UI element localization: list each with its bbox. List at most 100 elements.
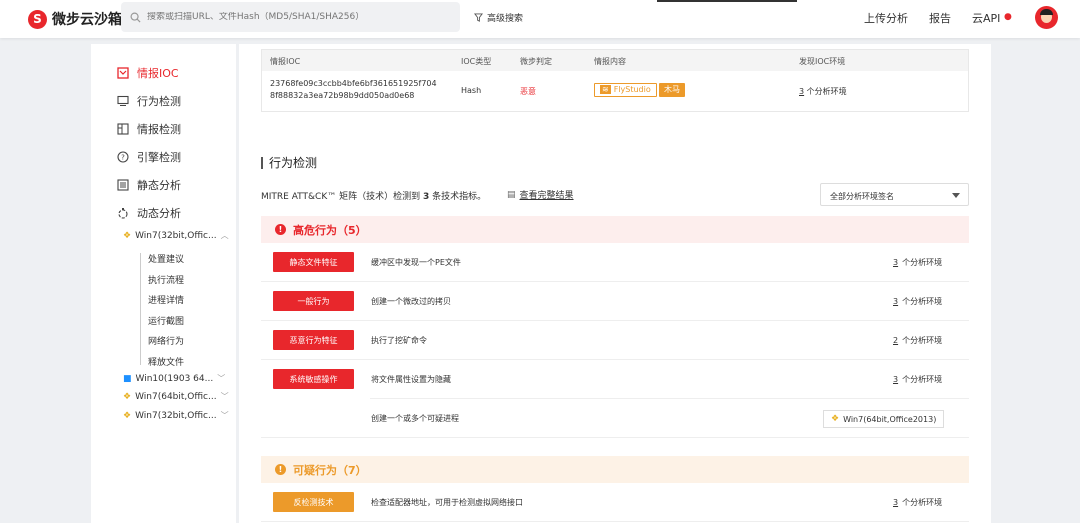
env-count[interactable]: 2 个分析环境	[893, 335, 942, 346]
env-signature-select[interactable]: 全部分析环境签名	[820, 183, 969, 206]
ioc-table: 情报IOC IOC类型 微步判定 情报内容 发现IOC环境 23768fe09c…	[261, 49, 969, 112]
table-row: 静态文件特征 缓冲区中发现一个PE文件 3 个分析环境	[261, 243, 969, 282]
search-box[interactable]	[121, 2, 460, 32]
ioc-type: Hash	[461, 86, 482, 95]
col-verdict: 微步判定	[520, 57, 552, 66]
col-ioc: 情报IOC	[270, 57, 301, 66]
exclamation-icon: !	[275, 224, 286, 235]
sub-item-suggestion[interactable]: 处置建议	[148, 252, 184, 265]
avatar[interactable]	[1035, 6, 1058, 29]
windows-icon: ❖	[123, 230, 132, 241]
category-button[interactable]: 恶意行为特征	[273, 330, 354, 350]
hot-icon: ●	[1004, 12, 1012, 22]
col-content: 情报内容	[594, 57, 626, 66]
advanced-search-label: 高级搜索	[487, 14, 524, 24]
sub-item-release[interactable]: 释放文件	[148, 355, 184, 368]
env-label: Win10(1903 64...	[135, 373, 214, 384]
flask-icon	[116, 207, 129, 220]
env-tag[interactable]: ❖ Win7(64bit,Office2013)	[823, 410, 945, 428]
chevron-down-icon: ﹀	[220, 392, 229, 401]
cloud-api-link[interactable]: 云API	[972, 10, 1000, 26]
layers-icon: ≋	[600, 85, 611, 94]
table-row: 创建一个或多个可疑进程 ❖ Win7(64bit,Office2013)	[261, 399, 969, 438]
env-item-win7-32b[interactable]: ❖ Win7(32bit,Offic... ﹀	[123, 410, 229, 421]
table-row: 系统敏感操作 将文件属性设置为隐藏 3 个分析环境	[261, 360, 969, 399]
category-button[interactable]: 一般行为	[273, 291, 354, 311]
sidebar-item-label: 行为检测	[137, 95, 181, 108]
ioc-hash-line2[interactable]: 8f88832a3ea72b98b9dd050ad0e68	[270, 91, 414, 100]
section-title: 行为检测	[261, 157, 317, 169]
env-count[interactable]: 3 个分析环境	[893, 257, 942, 268]
tag-trojan: 木马	[659, 83, 685, 97]
env-item-win10[interactable]: ■ Win10(1903 64... ﹀	[123, 373, 225, 384]
behavior-desc: 创建一个或多个可疑进程	[371, 414, 459, 423]
tag-flystudio: ≋ FlyStudio	[594, 83, 657, 97]
logo-text: 微步云沙箱	[52, 12, 122, 28]
suspicious-header[interactable]: ! 可疑行为（7）	[261, 456, 969, 483]
table-row: 恶意行为特征 执行了挖矿命令 2 个分析环境	[261, 321, 969, 360]
col-type: IOC类型	[461, 57, 492, 66]
category-button[interactable]: 反检测技术	[273, 492, 354, 512]
sidebar-item-static[interactable]: 静态分析	[116, 177, 181, 193]
windows-icon: ❖	[123, 391, 132, 402]
caret-down-icon	[952, 193, 960, 198]
question-circle-icon: ?	[116, 151, 129, 164]
alert-box-icon	[116, 67, 129, 80]
chevron-down-icon: ﹀	[220, 411, 229, 420]
full-result-link[interactable]: ▤ 查看完整结果	[507, 188, 574, 202]
env-item-win7-64[interactable]: ❖ Win7(64bit,Offic... ﹀	[123, 391, 229, 402]
logo[interactable]: S 微步云沙箱	[28, 9, 122, 29]
tree-line	[140, 253, 141, 365]
category-button[interactable]: 静态文件特征	[273, 252, 354, 272]
upload-analysis-link[interactable]: 上传分析	[864, 10, 908, 26]
monitor-icon	[116, 95, 129, 108]
sidebar-item-intel[interactable]: 情报检测	[116, 121, 181, 137]
behavior-desc: 检查适配器地址，可用于检测虚拟网络接口	[371, 498, 523, 507]
sidebar-item-ioc[interactable]: 情报IOC	[116, 65, 179, 81]
document-icon: ▤	[507, 189, 516, 200]
env-label: Win7(64bit,Offic...	[135, 391, 217, 402]
high-risk-header[interactable]: ! 高危行为（5）	[261, 216, 969, 243]
layout-icon	[116, 123, 129, 136]
behavior-desc: 创建一个微改过的拷贝	[371, 297, 451, 306]
sidebar-item-label: 情报IOC	[137, 67, 179, 80]
ioc-env-count[interactable]: 3 个分析环境	[799, 86, 847, 97]
list-icon	[116, 179, 129, 192]
report-link[interactable]: 报告	[929, 10, 951, 26]
sub-item-screenshot[interactable]: 运行截图	[148, 314, 184, 327]
sidebar-item-dynamic[interactable]: 动态分析	[116, 205, 181, 221]
mitre-summary: MITRE ATT&CK™ 矩阵（技术）检测到 3 条技术指标。	[261, 192, 487, 202]
table-row: 一般行为 创建一个微改过的拷贝 3 个分析环境	[261, 282, 969, 321]
chevron-down-icon: ﹀	[217, 374, 226, 383]
search-input[interactable]	[147, 12, 447, 22]
env-label: Win7(32bit,Offic...	[135, 230, 217, 241]
sub-item-process[interactable]: 进程详情	[148, 293, 184, 306]
table-row: 反检测技术 检查适配器地址，可用于检测虚拟网络接口 3 个分析环境	[261, 483, 969, 522]
logo-icon: S	[28, 9, 47, 29]
chevron-up-icon: ︿	[220, 231, 229, 240]
sidebar-item-label: 静态分析	[137, 179, 181, 192]
behavior-desc: 缓冲区中发现一个PE文件	[371, 258, 461, 267]
behavior-desc: 将文件属性设置为隐藏	[371, 375, 451, 384]
sidebar-item-engine[interactable]: ? 引擎检测	[116, 149, 181, 165]
ioc-table-header: 情报IOC IOC类型 微步判定 情报内容 发现IOC环境	[262, 50, 968, 71]
col-env: 发现IOC环境	[799, 57, 846, 66]
svg-text:?: ?	[121, 154, 125, 162]
advanced-search-link[interactable]: 高级搜索	[474, 11, 523, 24]
ioc-verdict: 恶意	[520, 87, 536, 96]
windows-icon: ❖	[123, 410, 132, 421]
sub-item-network[interactable]: 网络行为	[148, 334, 184, 347]
env-count[interactable]: 3 个分析环境	[893, 374, 942, 385]
exclamation-icon: !	[275, 464, 286, 475]
sub-item-flow[interactable]: 执行流程	[148, 273, 184, 286]
env-item-win7-32[interactable]: ❖ Win7(32bit,Offic... ︿	[123, 230, 229, 241]
ioc-hash-line1[interactable]: 23768fe09c3ccbb4bfe6bf361651925f704	[270, 79, 437, 88]
sidebar-item-behavior[interactable]: 行为检测	[116, 93, 181, 109]
env-label: Win7(32bit,Offic...	[135, 410, 217, 421]
filter-icon	[474, 13, 483, 22]
category-button[interactable]: 系统敏感操作	[273, 369, 354, 389]
env-count[interactable]: 3 个分析环境	[893, 497, 942, 508]
behavior-desc: 执行了挖矿命令	[371, 336, 427, 345]
top-bar: S 微步云沙箱 高级搜索 上传分析 报告 云API ●	[0, 0, 1080, 38]
env-count[interactable]: 3 个分析环境	[893, 296, 942, 307]
